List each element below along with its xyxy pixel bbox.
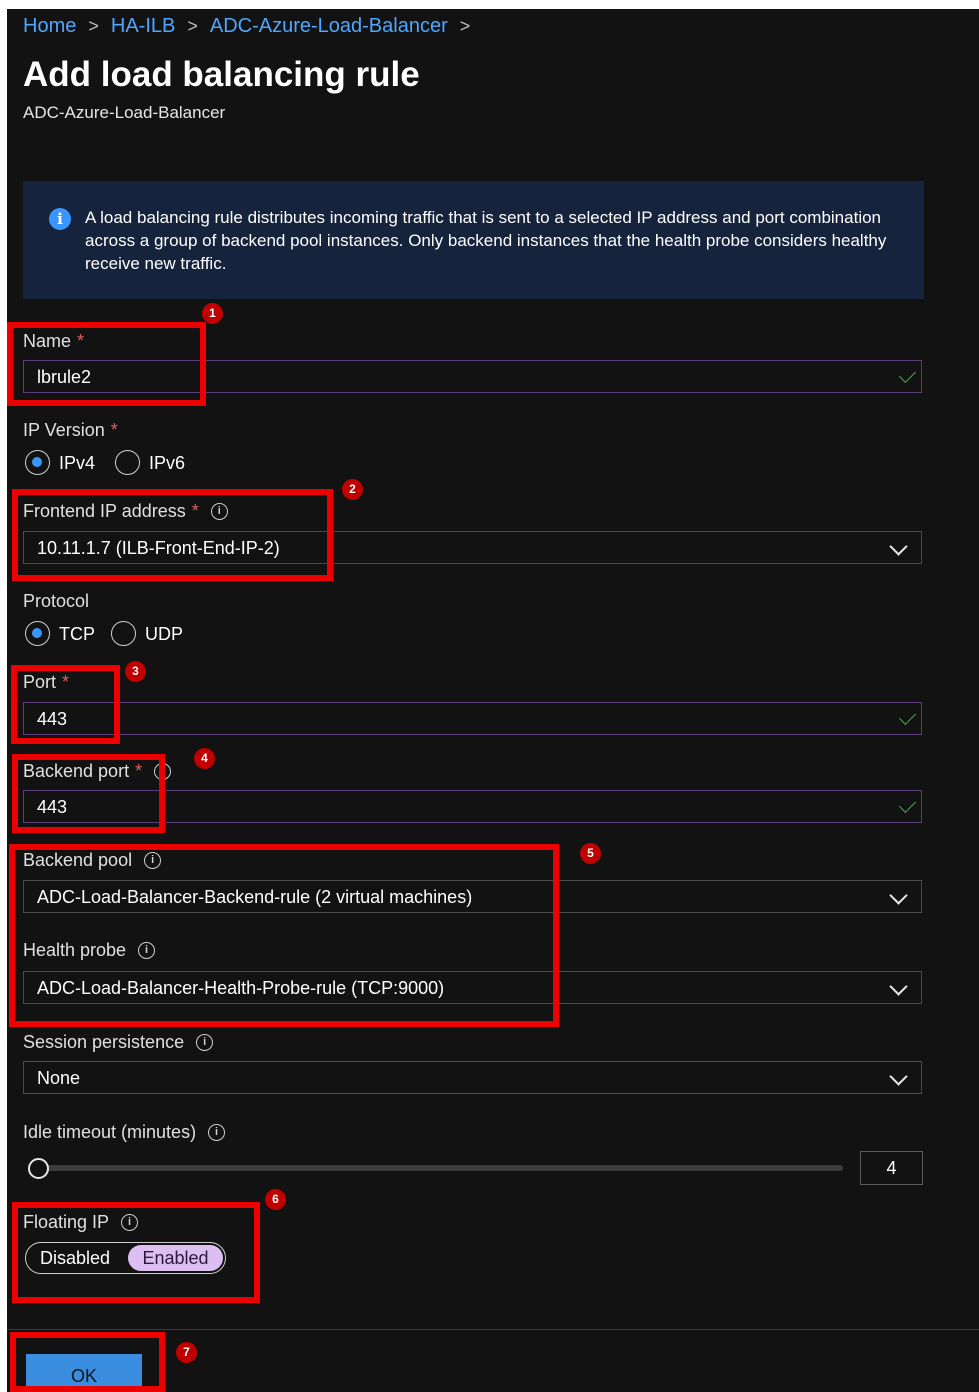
info-banner: i A load balancing rule distributes inco…: [23, 181, 924, 299]
step-badge-6: 6: [265, 1189, 286, 1210]
breadcrumb-home-link[interactable]: Home: [23, 15, 76, 38]
highlight-box-ok: [10, 1332, 165, 1392]
breadcrumb-separator-icon: >: [187, 16, 198, 36]
page-subtitle: ADC-Azure-Load-Balancer: [23, 103, 226, 122]
valid-check-icon: [899, 708, 916, 725]
valid-check-icon: [899, 366, 916, 383]
ipv6-radio-label: IPv6: [149, 453, 186, 473]
highlight-box-port: [11, 665, 120, 744]
tcp-radio-label: TCP: [59, 624, 95, 644]
idle-timeout-slider-track[interactable]: [35, 1165, 843, 1171]
valid-check-icon: [899, 796, 916, 813]
ipv4-radio[interactable]: [25, 450, 50, 475]
breadcrumb-separator-icon: >: [88, 16, 99, 36]
breadcrumb-load-balancer-link[interactable]: ADC-Azure-Load-Balancer: [210, 15, 448, 38]
info-banner-text: A load balancing rule distributes incomi…: [85, 208, 887, 273]
udp-radio[interactable]: [111, 621, 136, 646]
udp-radio-label: UDP: [145, 624, 184, 644]
chevron-down-icon: [889, 977, 908, 996]
highlight-box-backend-port: [12, 754, 165, 833]
idle-timeout-value-input[interactable]: 4: [860, 1151, 923, 1185]
step-badge-1: 1: [202, 303, 223, 324]
info-tooltip-icon[interactable]: i: [208, 1124, 226, 1141]
session-persistence-value: None: [37, 1068, 81, 1088]
session-persistence-label: Session persistence i: [23, 1032, 214, 1053]
tcp-radio[interactable]: [25, 621, 50, 646]
port-input[interactable]: 443: [23, 702, 922, 735]
chevron-down-icon: [889, 1067, 908, 1086]
highlight-box-backend-pool-health-probe: [9, 844, 559, 1027]
page-title: Add load balancing rule: [23, 55, 420, 94]
ipv6-radio[interactable]: [115, 450, 140, 475]
required-asterisk: *: [110, 420, 118, 440]
breadcrumb: Home > HA-ILB > ADC-Azure-Load-Balancer …: [23, 15, 482, 38]
step-badge-4: 4: [194, 748, 215, 769]
highlight-box-name: [7, 322, 206, 406]
session-persistence-dropdown[interactable]: None: [23, 1061, 922, 1094]
info-tooltip-icon[interactable]: i: [196, 1034, 214, 1051]
chevron-down-icon: [889, 886, 908, 905]
protocol-label: Protocol: [23, 591, 90, 611]
idle-timeout-label: Idle timeout (minutes) i: [23, 1122, 226, 1143]
breadcrumb-separator-icon: >: [459, 16, 471, 36]
ip-version-label: IP Version *: [23, 420, 118, 440]
step-badge-3: 3: [125, 661, 146, 682]
blade-panel: Home > HA-ILB > ADC-Azure-Load-Balancer …: [7, 9, 979, 1392]
info-icon: i: [49, 208, 71, 230]
step-badge-7: 7: [176, 1342, 197, 1363]
chevron-down-icon: [889, 537, 908, 556]
step-badge-2: 2: [342, 479, 363, 500]
idle-timeout-slider-thumb[interactable]: [28, 1158, 49, 1179]
highlight-box-floating-ip: [12, 1202, 260, 1303]
step-badge-5: 5: [580, 843, 601, 864]
breadcrumb-ha-ilb-link[interactable]: HA-ILB: [111, 15, 175, 38]
ipv4-radio-label: IPv4: [59, 453, 96, 473]
footer-divider: [7, 1329, 979, 1330]
highlight-box-frontend-ip: [12, 489, 333, 581]
